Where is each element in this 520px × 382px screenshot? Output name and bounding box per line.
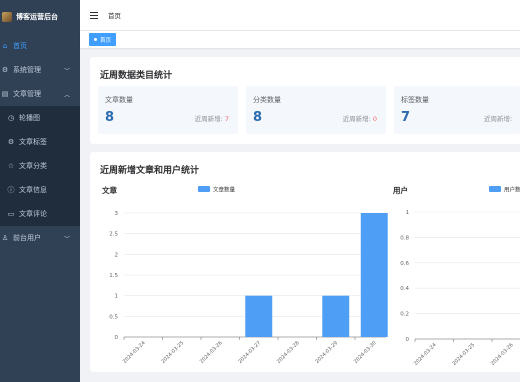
app-title: 博客运营后台 bbox=[16, 13, 58, 21]
user-icon: ♙ bbox=[1, 234, 9, 242]
sidebar-item-users[interactable]: ♙ 前台用户 ﹀ bbox=[0, 226, 80, 250]
gear-icon: ⚙ bbox=[1, 66, 9, 74]
stat-recent: 近周新增: 0 bbox=[343, 113, 377, 123]
stat-card-articles: 文章数量 8 近周新增: 7 bbox=[98, 86, 238, 134]
stat-card-categories: 分类数量 8 近周新增: 0 bbox=[246, 86, 386, 134]
tag-home[interactable]: 首页 bbox=[89, 33, 117, 46]
stat-label: 分类数量 bbox=[253, 96, 281, 104]
charts-card-title: 近周新增文章和用户统计 bbox=[100, 166, 200, 176]
sidebar-item-label: 首页 bbox=[13, 42, 27, 50]
tag-icon: ⚙ bbox=[7, 138, 15, 146]
chevron-up-icon: ︿ bbox=[63, 92, 70, 99]
sidebar-item-tags[interactable]: ⚙ 文章标签 bbox=[0, 130, 80, 154]
sidebar-item-categories[interactable]: ☆ 文章分类 bbox=[0, 154, 80, 178]
home-icon: ⌂ bbox=[2, 42, 8, 50]
stat-value: 7 bbox=[401, 110, 411, 125]
charts-card bbox=[90, 152, 520, 372]
clock-icon: ◷ bbox=[7, 114, 15, 122]
sidebar-item-label: 文章评论 bbox=[19, 210, 47, 218]
star-icon: ☆ bbox=[7, 162, 15, 170]
sidebar-item-home[interactable]: ⌂ 首页 bbox=[0, 34, 80, 58]
tags-view: 首页 bbox=[80, 30, 520, 48]
chart-title-users: 用户 bbox=[393, 186, 408, 195]
info-icon: ⓘ bbox=[7, 186, 15, 194]
submenu-articles: ◷ 轮播图 ⚙ 文章标签 ☆ 文章分类 ⓘ 文章信息 ▭ 文章评论 bbox=[0, 106, 80, 226]
active-dot-icon bbox=[94, 38, 97, 41]
stat-recent-value: 7 bbox=[224, 115, 229, 123]
chart-title-articles: 文章 bbox=[102, 186, 117, 195]
stat-recent-label: 近周新增: bbox=[484, 115, 513, 123]
tag-label: 首页 bbox=[100, 37, 112, 44]
sidebar-item-carousel[interactable]: ◷ 轮播图 bbox=[0, 106, 80, 130]
sidebar-item-label: 文章信息 bbox=[19, 186, 47, 194]
stat-recent-value: 0 bbox=[372, 115, 377, 123]
stat-card-tags: 标签数量 7 近周新增: bbox=[394, 86, 520, 134]
sidebar-item-label: 文章标签 bbox=[19, 138, 47, 146]
comment-icon: ▭ bbox=[7, 210, 15, 218]
sidebar-item-label: 文章管理 bbox=[13, 90, 41, 98]
stat-recent-label: 近周新增: bbox=[194, 115, 225, 123]
stat-recent: 近周新增: bbox=[484, 113, 512, 123]
topbar: 首页 bbox=[80, 0, 520, 30]
chevron-down-icon: ﹀ bbox=[63, 68, 70, 75]
stat-value: 8 bbox=[105, 110, 115, 125]
sidebar: 博客运营后台 ⌂ 首页 ⚙ 系统管理 ﹀ ▤ 文章管理 ︿ ◷ 轮播图 ⚙ 文章… bbox=[0, 0, 80, 382]
sidebar-item-articles[interactable]: ▤ 文章管理 ︿ bbox=[0, 82, 80, 106]
chevron-down-icon: ﹀ bbox=[63, 236, 70, 243]
sidebar-item-label: 前台用户 bbox=[13, 234, 41, 242]
sidebar-item-article-info[interactable]: ⓘ 文章信息 bbox=[0, 178, 80, 202]
stat-label: 文章数量 bbox=[105, 96, 133, 104]
weekly-stats-title: 近周数据类目统计 bbox=[100, 71, 173, 81]
breadcrumb[interactable]: 首页 bbox=[108, 10, 121, 20]
stat-label: 标签数量 bbox=[401, 96, 429, 104]
stat-recent-label: 近周新增: bbox=[342, 115, 373, 123]
document-icon: ▤ bbox=[1, 90, 9, 98]
sidebar-item-label: 文章分类 bbox=[19, 162, 47, 170]
brand: 博客运营后台 bbox=[0, 0, 80, 34]
sidebar-item-label: 系统管理 bbox=[13, 66, 41, 74]
hamburger-icon[interactable] bbox=[90, 11, 98, 19]
sidebar-item-system[interactable]: ⚙ 系统管理 ﹀ bbox=[0, 58, 80, 82]
logo bbox=[2, 12, 12, 22]
stat-value: 8 bbox=[253, 110, 263, 125]
sidebar-item-comments[interactable]: ▭ 文章评论 bbox=[0, 202, 80, 226]
stat-recent: 近周新增: 7 bbox=[195, 113, 229, 123]
sidebar-item-label: 轮播图 bbox=[19, 114, 40, 122]
